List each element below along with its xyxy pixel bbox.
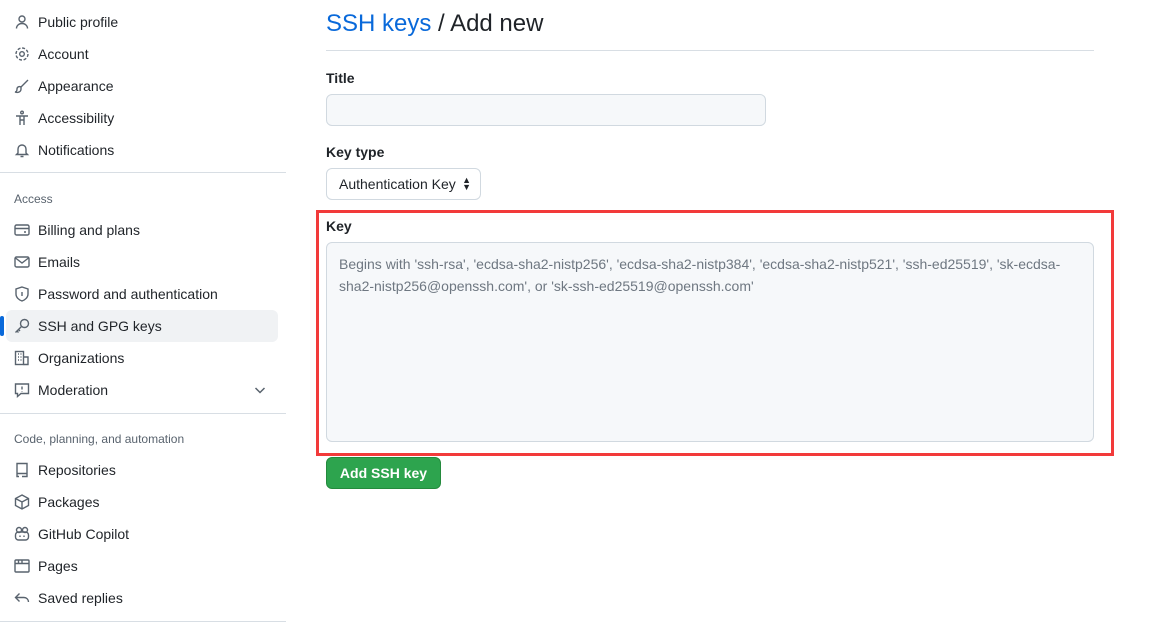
key-icon — [14, 318, 30, 334]
organization-icon — [14, 350, 30, 366]
sidebar-item-label: Password and authentication — [38, 286, 218, 302]
chevron-down-icon[interactable] — [252, 382, 268, 398]
sidebar-item-copilot[interactable]: GitHub Copilot — [6, 518, 278, 550]
sidebar-item-emails[interactable]: Emails — [6, 246, 278, 278]
package-icon — [14, 494, 30, 510]
sidebar-item-label: Account — [38, 46, 89, 62]
sidebar-item-label: SSH and GPG keys — [38, 318, 162, 334]
copilot-icon — [14, 526, 30, 542]
shield-lock-icon — [14, 286, 30, 302]
sidebar-item-password[interactable]: Password and authentication — [6, 278, 278, 310]
title-input[interactable] — [326, 94, 766, 126]
divider — [326, 50, 1094, 51]
sidebar-item-appearance[interactable]: Appearance — [6, 70, 278, 102]
bell-icon — [14, 142, 30, 158]
credit-card-icon — [14, 222, 30, 238]
sidebar-item-label: Billing and plans — [38, 222, 140, 238]
report-icon — [14, 382, 30, 398]
breadcrumb-current: Add new — [450, 10, 544, 37]
key-type-label: Key type — [326, 144, 385, 160]
group-header-access: Access — [14, 192, 53, 206]
title-label: Title — [326, 70, 355, 86]
sidebar-item-label: Appearance — [38, 78, 114, 94]
sidebar-item-label: Repositories — [38, 462, 116, 478]
sidebar-item-label: Moderation — [38, 382, 109, 398]
sidebar-item-account[interactable]: Account — [6, 38, 278, 70]
sidebar-item-notifications[interactable]: Notifications — [6, 134, 278, 166]
sidebar-item-packages[interactable]: Packages — [6, 486, 278, 518]
breadcrumb-ssh-keys-link[interactable]: SSH keys — [326, 10, 431, 37]
sidebar-item-ssh-gpg-keys[interactable]: SSH and GPG keys — [0, 310, 278, 342]
divider — [0, 621, 286, 622]
sidebar-item-label: Notifications — [38, 142, 115, 158]
sidebar-item-label: Accessibility — [38, 110, 115, 126]
sidebar-item-label: Saved replies — [38, 590, 123, 606]
add-ssh-key-button[interactable]: Add SSH key — [326, 457, 441, 489]
sidebar-item-public-profile[interactable]: Public profile — [6, 6, 278, 38]
sidebar-item-billing[interactable]: Billing and plans — [6, 214, 278, 246]
sidebar-item-accessibility[interactable]: Accessibility — [6, 102, 278, 134]
sidebar-item-saved-replies[interactable]: Saved replies — [6, 582, 278, 614]
sidebar-item-pages[interactable]: Pages — [6, 550, 278, 582]
select-arrows-icon: ▲ ▼ — [462, 175, 471, 192]
accessibility-icon — [14, 110, 30, 126]
divider — [0, 413, 286, 414]
mail-icon — [14, 254, 30, 270]
key-type-value: Authentication Key — [339, 176, 456, 192]
sidebar-item-label: Emails — [38, 254, 81, 270]
sidebar-item-label: Packages — [38, 494, 100, 510]
gear-icon — [14, 46, 30, 62]
page-title: SSH keys / Add new — [326, 10, 543, 38]
sidebar-item-repositories[interactable]: Repositories — [6, 454, 278, 486]
paintbrush-icon — [14, 78, 30, 94]
sidebar-item-label: Pages — [38, 558, 78, 574]
sidebar-item-organizations[interactable]: Organizations — [6, 342, 278, 374]
divider — [0, 172, 286, 173]
sidebar-item-label: Public profile — [38, 14, 119, 30]
sidebar-item-label: GitHub Copilot — [38, 526, 130, 542]
key-type-select[interactable]: Authentication Key ▲ ▼ — [326, 168, 481, 200]
group-header-code: Code, planning, and automation — [14, 432, 185, 446]
reply-icon — [14, 590, 30, 606]
person-icon — [14, 14, 30, 30]
highlight-box — [316, 210, 1114, 456]
repo-icon — [14, 462, 30, 478]
browser-icon — [14, 558, 30, 574]
breadcrumb-separator: / — [431, 10, 451, 37]
sidebar-item-moderation[interactable]: Moderation — [6, 374, 278, 406]
sidebar-item-label: Organizations — [38, 350, 125, 366]
